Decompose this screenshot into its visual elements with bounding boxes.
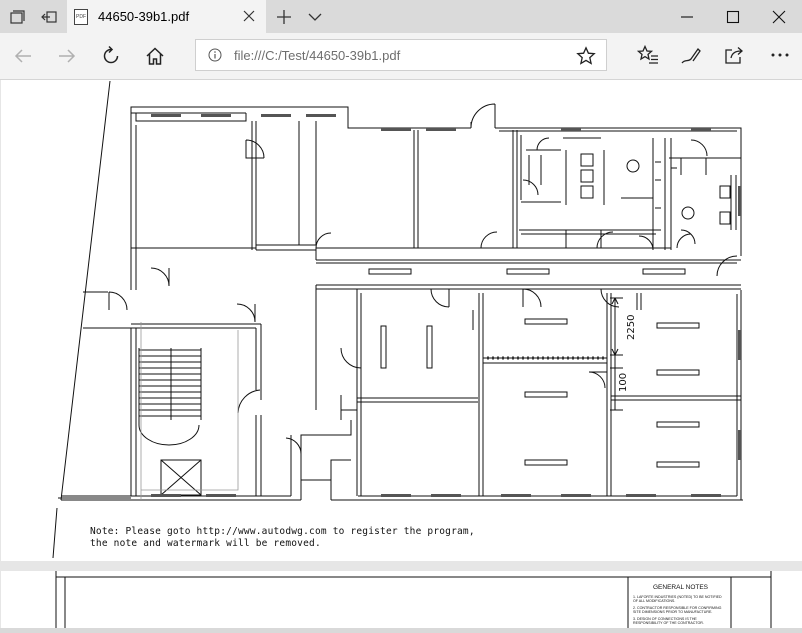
refresh-icon[interactable]: [100, 45, 122, 67]
back-arrow-icon[interactable]: [12, 45, 34, 67]
forward-arrow-icon[interactable]: [56, 45, 78, 67]
close-window-icon[interactable]: [771, 9, 787, 25]
set-tabs-aside-icon[interactable]: [40, 8, 58, 26]
address-bar[interactable]: file:///C:/Test/44650-39b1.pdf: [195, 39, 607, 71]
general-notes-title: GENERAL NOTES: [653, 584, 709, 591]
general-note-1: 1. LAFORTE INDUSTRIES (NOTED) TO BE NOTI…: [633, 595, 722, 603]
pen-icon[interactable]: [680, 44, 702, 66]
chevron-down-icon[interactable]: [307, 9, 323, 25]
active-tab[interactable]: PDF 44650-39b1.pdf: [67, 0, 266, 33]
home-icon[interactable]: [144, 45, 166, 67]
register-note-line-1: Note: Please goto http://www.autodwg.com…: [90, 526, 475, 537]
horizontal-scrollbar[interactable]: [0, 628, 802, 633]
pdf-file-icon: PDF: [74, 9, 88, 25]
navigation-toolbar: file:///C:/Test/44650-39b1.pdf: [0, 33, 802, 80]
pdf-viewer[interactable]: 2250 100 Note: Please goto http://www.au…: [0, 80, 802, 633]
favorites-hub-icon[interactable]: [637, 44, 659, 66]
general-note-3: 3. DESIGN OF CONNECTIONS IS THE RESPONSI…: [633, 617, 704, 625]
address-url[interactable]: file:///C:/Test/44650-39b1.pdf: [234, 48, 400, 63]
tab-manager-icon[interactable]: [8, 8, 26, 26]
new-tab-icon[interactable]: [276, 9, 292, 25]
dimension-label-bottom: 100: [618, 373, 629, 392]
pdf-page-2: GENERAL NOTES 1. LAFORTE INDUSTRIES (NOT…: [1, 571, 802, 633]
more-menu-icon[interactable]: [769, 44, 791, 66]
maximize-icon[interactable]: [725, 9, 741, 25]
floor-plan-drawing: 2250 100: [52, 80, 743, 559]
close-tab-icon[interactable]: [242, 9, 256, 23]
minimize-icon[interactable]: [679, 9, 695, 25]
favorite-star-icon[interactable]: [576, 46, 596, 66]
tab-bar: PDF 44650-39b1.pdf: [0, 0, 802, 33]
general-note-2: 2. CONTRACTOR RESPONSIBLE FOR CONFIRMING…: [633, 606, 722, 614]
share-icon[interactable]: [723, 44, 745, 66]
site-info-icon[interactable]: [208, 48, 222, 62]
tab-title: 44650-39b1.pdf: [98, 9, 190, 24]
register-note-line-2: the note and watermark will be removed.: [90, 538, 321, 549]
dimension-label-top: 2250: [626, 315, 637, 340]
pdf-page-1: 2250 100 Note: Please goto http://www.au…: [1, 80, 802, 561]
